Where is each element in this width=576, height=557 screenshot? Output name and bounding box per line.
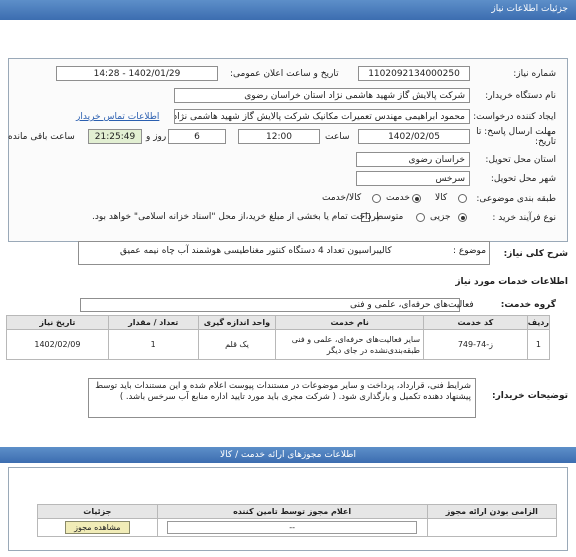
announce-label: تاریخ و ساعت اعلان عمومی: <box>230 69 339 79</box>
cell-unit: یک قلم <box>197 329 277 360</box>
services-table-header: ردیف کد خدمت نام خدمت واحد اندازه گیری ت… <box>6 315 551 330</box>
category-label: طبقه بندی موضوعی: <box>476 194 556 204</box>
table-row: -- مشاهده مجوز <box>37 518 558 537</box>
service-group-label: گروه خدمت: <box>500 300 556 310</box>
col-unit: واحد اندازه گیری <box>197 315 277 330</box>
services-section-label: اطلاعات خدمات مورد نیاز <box>455 277 568 287</box>
service-group-value: فعالیت‌های حرفه‌ای، علمی و فنی <box>350 300 474 310</box>
contact-buyer-link[interactable]: اطلاعات تماس خریدار <box>76 112 159 122</box>
category-option-service: خدمت <box>386 193 410 203</box>
col-row: ردیف <box>526 315 551 330</box>
creator-field: محمود ابراهیمی مهندس تعمیرات مکانیک شرکت… <box>174 109 470 124</box>
view-permit-button[interactable]: مشاهده مجوز <box>65 521 130 534</box>
category-radio-goods[interactable] <box>458 194 467 203</box>
deadline-label: مهلت ارسال پاسخ: تا <box>476 127 556 137</box>
permits-bar: اطلاعات مجوزهای ارائه خدمت / کالا <box>0 447 576 463</box>
category-radio-goods-service[interactable] <box>372 194 381 203</box>
city-field: سرخس <box>356 171 470 186</box>
notes-label: توضیحات خریدار: <box>492 391 568 401</box>
permits-title: اطلاعات مجوزهای ارائه خدمت / کالا <box>220 450 356 460</box>
city-label: شهر محل تحویل: <box>490 174 556 184</box>
permits-table-header: الزامی بودن ارائه مجوز اعلام مجوز توسط ت… <box>37 504 558 519</box>
process-radio-medium[interactable] <box>416 213 425 222</box>
col-supplier-permit: اعلام مجوز توسط تامین کننده <box>156 504 428 519</box>
buyer-field: شرکت پالایش گاز شهید هاشمی نژاد استان خر… <box>174 88 470 103</box>
process-label: نوع فرآیند خرید : <box>492 213 556 223</box>
need-number-label: شماره نیاز: <box>513 69 556 79</box>
remaining-time-field: 21:25:49 <box>88 129 142 144</box>
process-option-medium: متوسط <box>375 212 404 222</box>
creator-label: ایجاد کننده درخواست: <box>473 112 556 122</box>
col-date: تاریخ نیاز <box>6 315 109 330</box>
col-code: کد خدمت <box>423 315 528 330</box>
page-title: جزئیات اطلاعات نیاز <box>491 4 568 14</box>
table-row: 1 ز-74-749 سایر فعالیت‌های حرفه‌ای، علمی… <box>6 329 551 360</box>
cell-required <box>426 518 558 537</box>
description-section-label: شرح کلی نیاز: <box>503 249 568 259</box>
cell-qty: 1 <box>107 329 199 360</box>
process-radio-minor[interactable] <box>458 213 467 222</box>
subject-text: کالیبراسیون تعداد 4 دستگاه کنتور مغناطیس… <box>120 246 392 256</box>
services-table: ردیف کد خدمت نام خدمت واحد اندازه گیری ت… <box>6 315 551 360</box>
buyer-label: نام دستگاه خریدار: <box>485 91 556 101</box>
category-option-goods: کالا <box>435 193 448 203</box>
time-label: ساعت <box>325 132 350 142</box>
category-option-goods-service: کالا/خدمت <box>322 193 362 203</box>
deadline-label-2: تاریخ: <box>535 137 556 147</box>
announce-field: 1402/01/29 - 14:28 <box>56 66 218 81</box>
col-required: الزامی بودن ارائه مجوز <box>426 504 558 519</box>
days-field: 6 <box>168 129 226 144</box>
permits-panel: الزامی بودن ارائه مجوز اعلام مجوز توسط ت… <box>8 467 568 551</box>
province-label: استان محل تحویل: <box>485 155 556 165</box>
cell-details: مشاهده مجوز <box>37 518 158 537</box>
cell-name: سایر فعالیت‌های حرفه‌ای، علمی و فنی طبقه… <box>275 329 425 360</box>
cell-row: 1 <box>526 329 551 360</box>
remaining-label: ساعت باقی مانده <box>8 132 75 142</box>
deadline-date-field: 1402/02/05 <box>358 129 470 144</box>
need-number-field: 1102092134000250 <box>358 66 470 81</box>
province-field: خراسان رضوی <box>356 152 470 167</box>
cell-code: ز-74-749 <box>423 329 528 360</box>
permit-select[interactable]: -- <box>167 521 418 534</box>
category-radio-service[interactable] <box>412 194 421 203</box>
notes-box: شرایط فنی، قرارداد، پرداخت و سایر موضوعا… <box>88 378 476 418</box>
header-bar: جزئیات اطلاعات نیاز <box>0 0 576 20</box>
process-option-minor: جزیی <box>430 212 451 222</box>
subject-label: موضوع : <box>453 246 487 256</box>
col-qty: تعداد / مقدار <box>107 315 199 330</box>
cell-supplier-permit: -- <box>156 518 428 537</box>
deadline-time-field: 12:00 <box>238 129 320 144</box>
col-name: نام خدمت <box>275 315 425 330</box>
cell-date: 1402/02/09 <box>6 329 109 360</box>
days-label: روز و <box>146 132 167 142</box>
payment-note: پرداخت تمام یا بخشی از مبلغ خرید،از محل … <box>92 212 380 222</box>
permits-table: الزامی بودن ارائه مجوز اعلام مجوز توسط ت… <box>37 504 558 537</box>
col-details: جزئیات <box>37 504 158 519</box>
